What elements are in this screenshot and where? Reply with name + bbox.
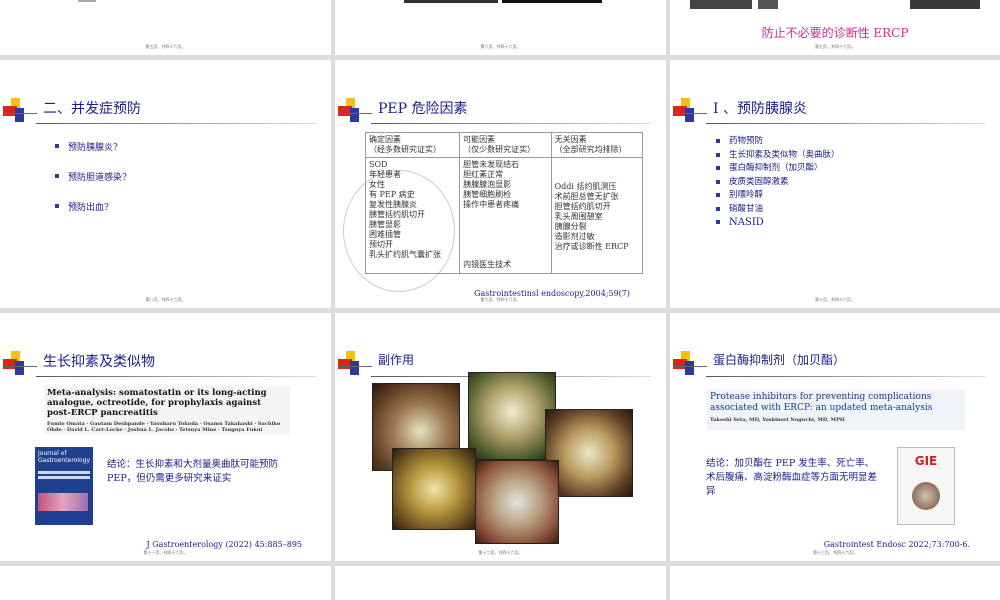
title-divider xyxy=(36,376,316,377)
slide-title: 蛋白酶抑制剂（加贝酯） xyxy=(713,353,846,367)
slide-title: 副作用 xyxy=(378,353,415,367)
slide-footer: 第十一页，共四十六页。 xyxy=(143,550,188,555)
list-item: 蛋白酶抑制剂（加贝酯） xyxy=(716,162,840,176)
list-item: 预防胰腺炎? xyxy=(55,140,127,153)
list-item: 药物预防 xyxy=(716,135,840,149)
title-divider xyxy=(371,123,651,124)
slide-9[interactable]: PEP 危险因素 确定因素 （经多数研究证实） 可能因素 （仅少数研究证实） 无关因… xyxy=(335,60,666,308)
bullet-list: 预防胰腺炎? 预防胆道感染? 预防出血? xyxy=(55,140,127,213)
list-item: 预防胆道感染? xyxy=(55,170,127,183)
journal-cover-image: Journal of Gastroenterology xyxy=(35,447,93,525)
paper-header-image: Protease inhibitors for preventing compl… xyxy=(707,390,965,430)
list-item: 预防出血? xyxy=(55,200,127,213)
reference-text: J Gastroenterology (2022) 45:885–895 xyxy=(146,540,302,549)
table-header: 无关因素 （全部研究均排除） xyxy=(550,132,644,158)
slide-7[interactable]: 防止不必要的诊断性 ERCP 第七页，共四十六页。 xyxy=(670,0,1000,55)
bullet-list: 药物预防 生长抑素及类似物（奥曲肽） 蛋白酶抑制剂（加贝酯） 皮质类固醇激素 别… xyxy=(716,135,840,230)
slide-16[interactable] xyxy=(670,566,1000,600)
table-cell-definite: SOD 年轻患者 女性 有 PEP 病史 复发性胰腺炎 胰管括约肌切开 胰管显影 困难插管… xyxy=(364,157,461,274)
slide-6[interactable]: 第六页，共四十六页。 xyxy=(335,0,666,55)
mri-image xyxy=(758,0,778,9)
slide-footer: 第十页，共四十六页。 xyxy=(815,297,855,302)
slide-13[interactable]: 蛋白酶抑制剂（加贝酯） Protease inhibitors for prev… xyxy=(670,313,1000,561)
list-item: NASID xyxy=(716,216,840,230)
table-header: 确定因素 （经多数研究证实） xyxy=(364,132,461,158)
slide-15[interactable] xyxy=(335,566,666,600)
slide-11[interactable]: 生长抑素及类似物 Meta-analysis: somatostatin or … xyxy=(0,313,331,561)
slide-logo-icon xyxy=(338,98,372,124)
slide-logo-icon xyxy=(3,351,37,377)
slide-footer: 第八页，共四十六页。 xyxy=(145,297,186,302)
table-header: 可能因素 （仅少数研究证实） xyxy=(459,132,552,158)
paper-header-image: Meta-analysis: somatostatin or its long-… xyxy=(44,386,290,434)
title-divider xyxy=(706,123,986,124)
slide-footer: 第六页，共四十六页。 xyxy=(480,44,521,49)
endoscopy-image xyxy=(468,372,556,460)
mri-image xyxy=(910,0,980,9)
slide-logo-icon xyxy=(3,98,37,124)
slide-title: PEP 危险因素 xyxy=(378,101,468,117)
slide-10[interactable]: I 、预防胰腺炎 药物预防 生长抑素及类似物（奥曲肽） 蛋白酶抑制剂（加贝酯） … xyxy=(670,60,1000,308)
list-item: 皮质类固醇激素 xyxy=(716,176,840,190)
slide-logo-icon xyxy=(673,351,707,377)
slide-logo-icon xyxy=(673,98,707,124)
ct-image xyxy=(404,0,498,3)
slide-text-fragment xyxy=(78,0,96,2)
slide-footer: 第十三页，共四十六页。 xyxy=(813,550,857,555)
table-cell-possible: 胆管未发现结石 胆红素正常 胰腺腺泡显影 胰管细胞刷检 操作中患者疼痛 内镜医生技术 xyxy=(459,157,552,274)
slide-title: 生长抑素及类似物 xyxy=(43,354,155,370)
slide-footer: 第五页，共四十六页。 xyxy=(145,44,186,49)
slide-14[interactable] xyxy=(0,566,331,600)
slide-8[interactable]: 二、并发症预防 预防胰腺炎? 预防胆道感染? 预防出血? 第八页，共四十六页。 xyxy=(0,60,331,308)
endoscopy-image xyxy=(475,460,559,544)
slide-caption: 防止不必要的诊断性 ERCP xyxy=(761,26,909,40)
conclusion-text: 结论：生长抑素和大剂量奥曲肽可能预防 PEP，但仍需更多研究来证实 xyxy=(107,459,279,484)
endoscopy-image xyxy=(392,448,476,530)
slide-logo-icon xyxy=(338,351,372,377)
risk-factor-table: 确定因素 （经多数研究证实） 可能因素 （仅少数研究证实） 无关因素 （全部研究均排除… xyxy=(364,132,644,274)
slide-12[interactable]: 副作用 第十二页，共四十六页。 xyxy=(335,313,666,561)
slide-5[interactable]: 第五页，共四十六页。 xyxy=(0,0,331,55)
slide-title: I 、预防胰腺炎 xyxy=(713,101,807,117)
reference-text: Gastrointest Endosc 2022;73:700-6. xyxy=(823,540,970,549)
slide-footer: 第九页，共四十六页。 xyxy=(480,297,521,302)
journal-cover-image: GIE xyxy=(897,447,955,525)
ct-image xyxy=(502,0,602,3)
slide-title: 二、并发症预防 xyxy=(43,101,141,117)
conclusion-text: 结论：加贝酯在 PEP 发生率、死亡率、术后腹痛、高淀粉酶血症等方面无明显差异 xyxy=(706,458,878,497)
slide-footer: 第十二页，共四十六页。 xyxy=(478,550,523,555)
title-divider xyxy=(36,123,316,124)
title-divider xyxy=(706,376,986,377)
list-item: 别嘌呤醇 xyxy=(716,189,840,203)
table-cell-unrelated: Oddi 括约肌测压 术前胆总管无扩张 胆管括约肌切开 乳头周围憩室 胰腺分裂 造影剂过… xyxy=(550,157,644,274)
mri-image xyxy=(690,0,752,9)
slide-footer: 第七页，共四十六页。 xyxy=(815,44,855,49)
list-item: 生长抑素及类似物（奥曲肽） xyxy=(716,149,840,163)
list-item: 硝酸甘油 xyxy=(716,203,840,217)
